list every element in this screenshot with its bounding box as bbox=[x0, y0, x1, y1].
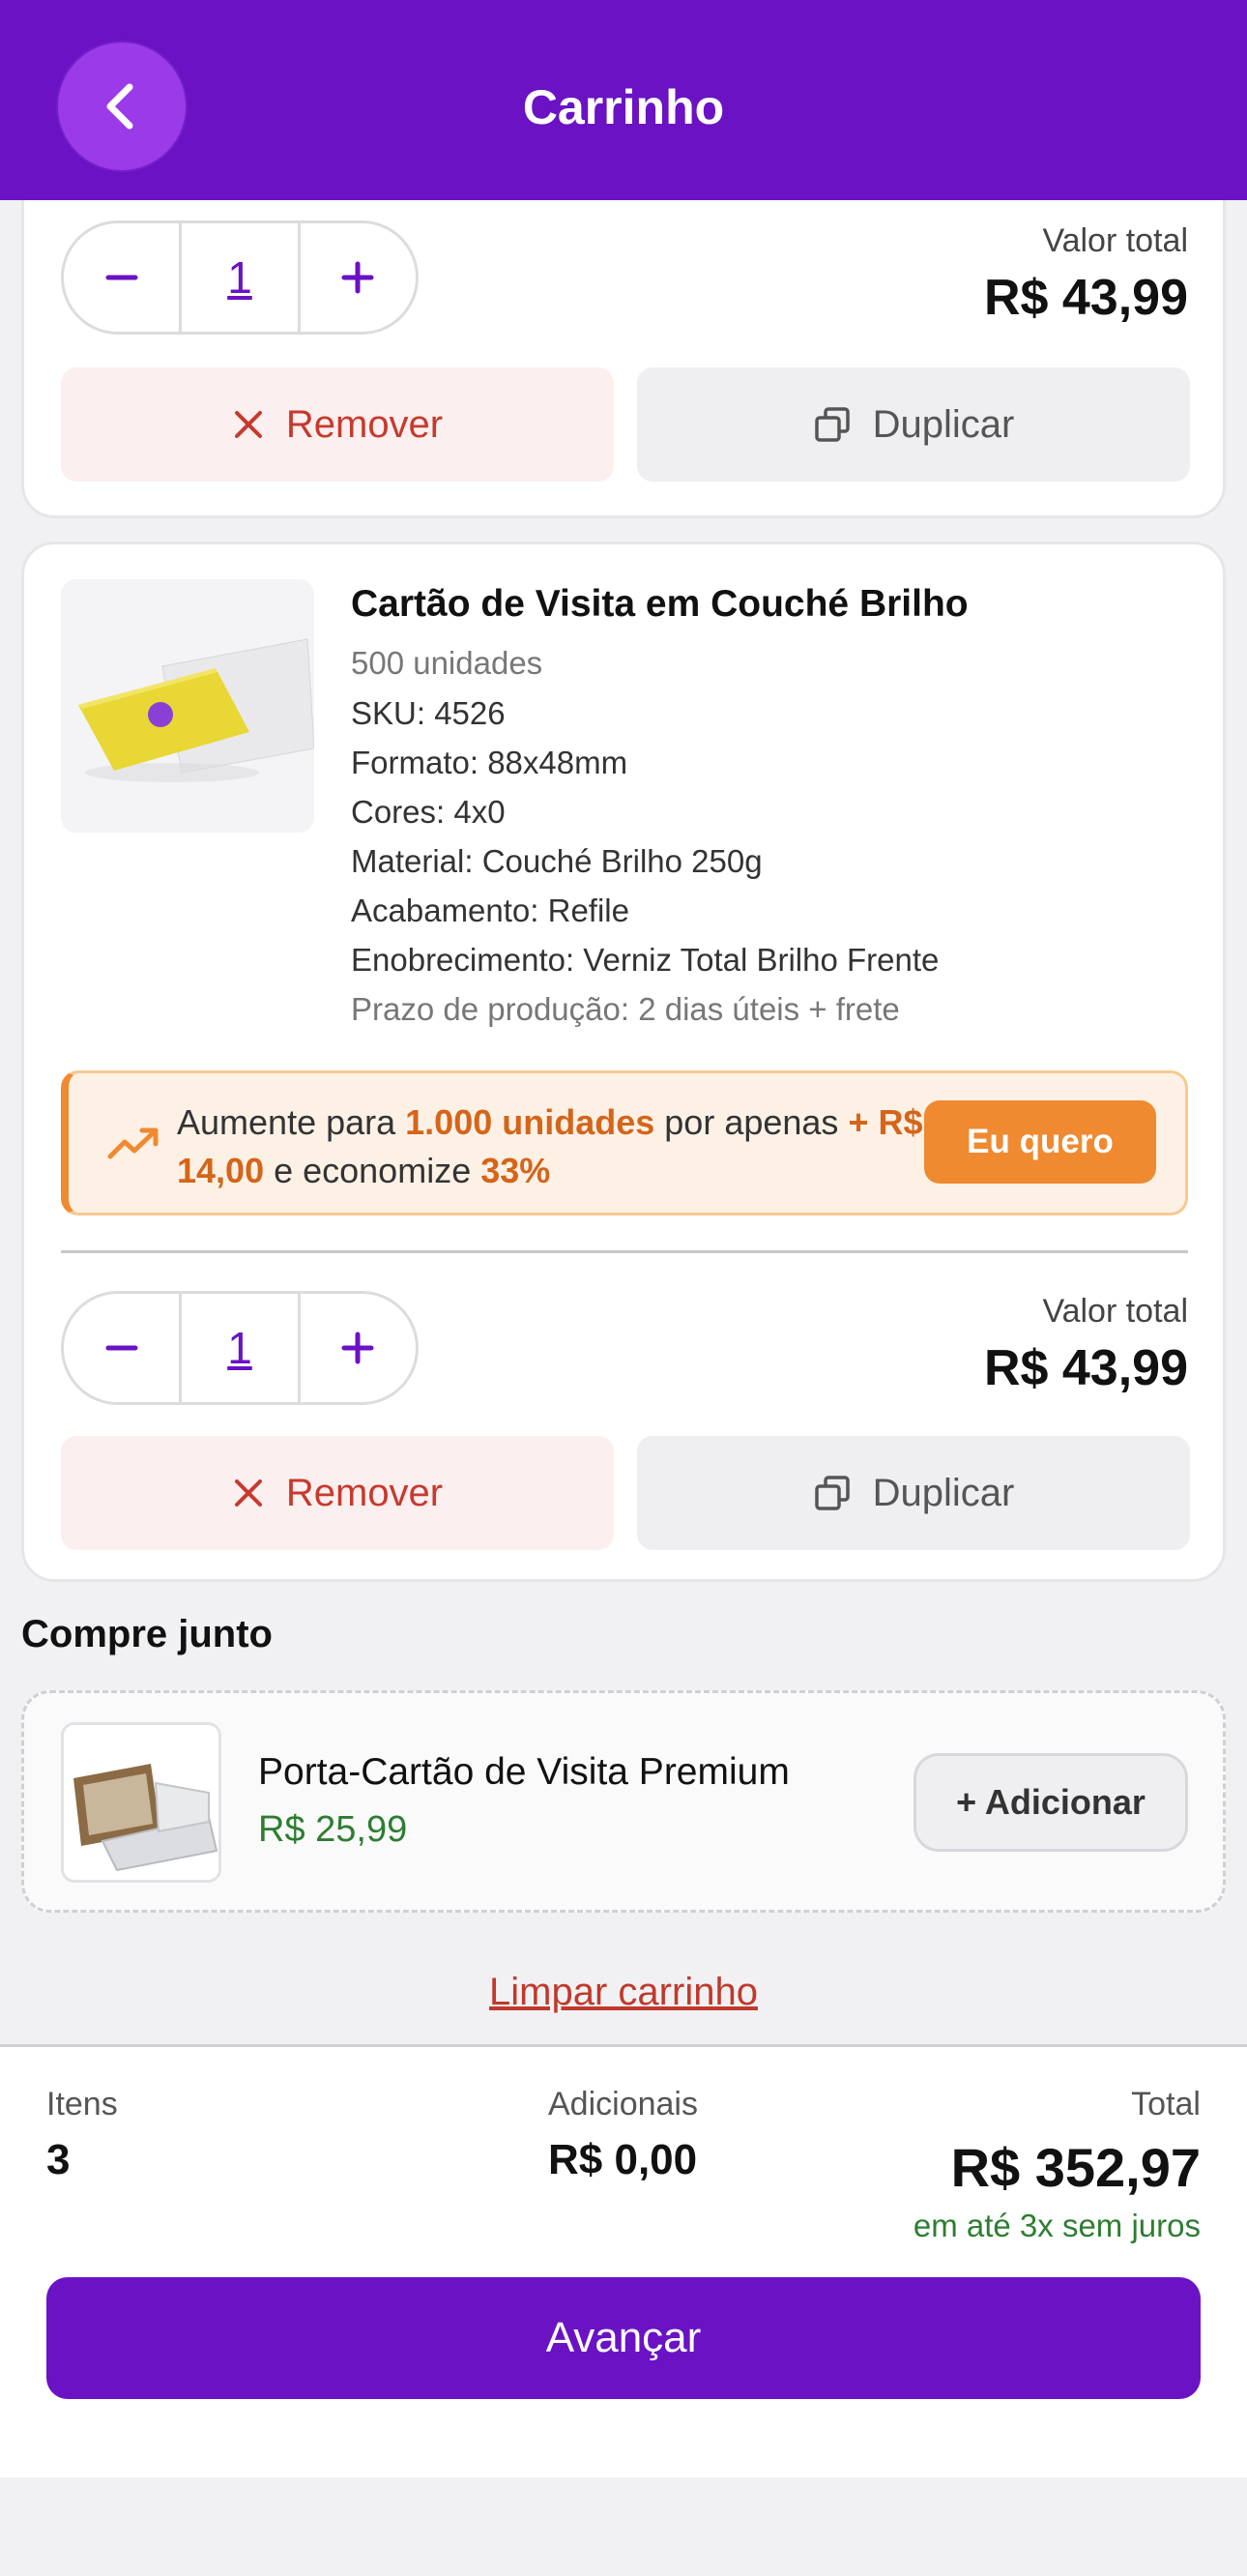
plus-icon bbox=[341, 1332, 374, 1364]
close-icon bbox=[234, 411, 262, 438]
total-label: Valor total bbox=[1042, 1293, 1188, 1330]
extras-value: R$ 0,00 bbox=[548, 2136, 698, 2183]
minus-icon bbox=[105, 1345, 138, 1351]
remove-button[interactable]: Remover bbox=[61, 1436, 614, 1550]
quantity-stepper: 1 bbox=[61, 1291, 419, 1405]
quantity-input[interactable]: 1 bbox=[179, 1294, 301, 1402]
trending-up-icon bbox=[107, 1127, 159, 1159]
bundle-product-price: R$ 25,99 bbox=[258, 1809, 408, 1850]
product-colors: Cores: 4x0 bbox=[351, 794, 506, 830]
upsell-banner: Aumente para 1.000 unidades por apenas +… bbox=[61, 1070, 1188, 1215]
remove-button[interactable]: Remover bbox=[61, 367, 614, 482]
bundle-offer-card: Porta-Cartão de Visita Premium R$ 25,99 … bbox=[21, 1690, 1226, 1913]
copy-icon bbox=[814, 407, 850, 442]
duplicate-button[interactable]: Duplicar bbox=[637, 367, 1190, 482]
duplicate-button[interactable]: Duplicar bbox=[637, 1436, 1190, 1550]
extras-label: Adicionais bbox=[548, 2086, 698, 2122]
cart-item-card: Cartão de Visita em Couché Brilho 500 un… bbox=[21, 542, 1226, 1582]
clear-cart-link[interactable]: Limpar carrinho bbox=[0, 1971, 1247, 2014]
increase-button[interactable] bbox=[301, 223, 416, 332]
total-label: Valor total bbox=[1042, 222, 1188, 259]
bundle-product-name: Porta-Cartão de Visita Premium bbox=[258, 1751, 790, 1793]
product-finish: Acabamento: Refile bbox=[351, 893, 629, 928]
remove-label: Remover bbox=[285, 1471, 444, 1514]
product-material: Material: Couché Brilho 250g bbox=[351, 843, 763, 879]
minus-icon bbox=[105, 275, 138, 280]
duplicate-label: Duplicar bbox=[872, 1471, 1015, 1514]
quantity-input[interactable]: 1 bbox=[179, 223, 301, 332]
quantity-stepper: 1 bbox=[61, 220, 419, 335]
divider bbox=[61, 1250, 1188, 1253]
decrease-button[interactable] bbox=[64, 1294, 179, 1402]
items-label: Itens bbox=[46, 2086, 118, 2122]
product-image bbox=[61, 579, 314, 833]
upsell-accept-button[interactable]: Eu quero bbox=[924, 1100, 1156, 1184]
items-count: 3 bbox=[46, 2136, 71, 2183]
product-format: Formato: 88x48mm bbox=[351, 745, 628, 780]
copy-icon bbox=[814, 1476, 850, 1510]
plus-icon bbox=[341, 261, 374, 294]
decrease-button[interactable] bbox=[64, 223, 179, 332]
product-name: Cartão de Visita em Couché Brilho bbox=[351, 583, 969, 625]
product-enhancement: Enobrecimento: Verniz Total Brilho Frent… bbox=[351, 942, 940, 978]
add-bundle-button[interactable]: + Adicionar bbox=[914, 1753, 1188, 1852]
order-summary: Itens 3 Adicionais R$ 0,00 Total R$ 352,… bbox=[0, 2044, 1247, 2477]
bundle-section-title: Compre junto bbox=[21, 1613, 273, 1655]
total-value: R$ 352,97 bbox=[950, 2137, 1201, 2198]
upsell-text: Aumente para 1.000 unidades por apenas +… bbox=[177, 1102, 923, 1190]
cart-item-card: 1 Valor total R$ 43,99 Remover Duplicar bbox=[21, 145, 1226, 518]
product-units: 500 unidades bbox=[351, 645, 543, 681]
close-icon bbox=[234, 1479, 262, 1507]
app-header: Carrinho bbox=[0, 0, 1247, 200]
next-button[interactable]: Avançar bbox=[46, 2277, 1201, 2399]
page-title: Carrinho bbox=[522, 80, 725, 134]
total-value: R$ 43,99 bbox=[983, 1340, 1188, 1396]
duplicate-label: Duplicar bbox=[872, 402, 1015, 446]
remove-label: Remover bbox=[285, 402, 444, 446]
bundle-product-image bbox=[61, 1722, 221, 1883]
total-value: R$ 43,99 bbox=[983, 270, 1188, 326]
product-sku: SKU: 4526 bbox=[351, 695, 506, 731]
installments-note: em até 3x sem juros bbox=[913, 2208, 1201, 2243]
increase-button[interactable] bbox=[301, 1294, 416, 1402]
total-label: Total bbox=[1131, 2086, 1201, 2122]
production-time: Prazo de produção: 2 dias úteis + frete bbox=[351, 991, 900, 1027]
